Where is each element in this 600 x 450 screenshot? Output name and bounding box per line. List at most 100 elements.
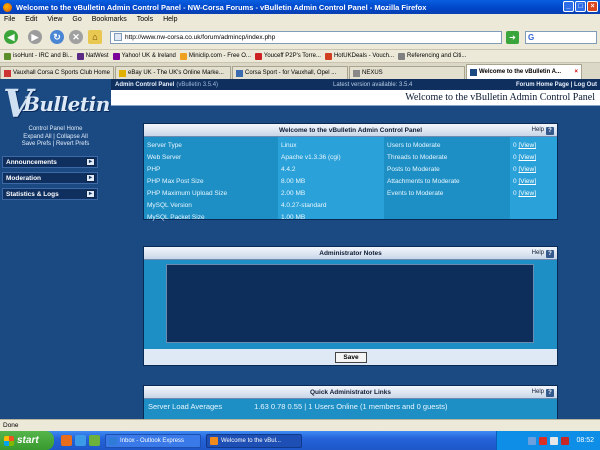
forward-arrow-icon[interactable]: ▶: [28, 30, 42, 44]
tab-favicon-icon: [353, 69, 360, 77]
expand-icon[interactable]: ▸: [86, 174, 95, 182]
view-link[interactable]: [View]: [518, 166, 536, 173]
search-input[interactable]: G: [525, 30, 597, 44]
volume-icon[interactable]: [550, 436, 559, 445]
browser-tab[interactable]: Corsa Sport - for Vauxhall, Opel ...: [232, 66, 348, 79]
menu-file[interactable]: File: [4, 16, 15, 23]
info-values-column: Linux Apache v1.3.36 (cgi) 4.4.2 8.00 MB…: [278, 137, 384, 221]
reload-icon[interactable]: ↻: [50, 30, 64, 44]
stop-icon[interactable]: ✕: [69, 30, 83, 44]
info-label: PHP Maximum Upload Size: [147, 190, 228, 197]
admin-notes-textarea[interactable]: [166, 264, 534, 343]
acp-version: (vBulletin 3.5.4): [176, 81, 219, 88]
save-prefs-link[interactable]: Save Prefs: [22, 141, 51, 147]
info-value: 4.4.2: [281, 166, 296, 173]
bookmark-item[interactable]: Youceff P2P's Torre...: [254, 52, 321, 60]
control-panel-home-link[interactable]: Control Panel Home: [28, 126, 82, 132]
browser-tab-active[interactable]: Welcome to the vBulletin A... ×: [466, 64, 582, 79]
clock: 08:52: [576, 437, 594, 444]
info-label: MySQL Packet Size: [147, 214, 205, 221]
menu-tools[interactable]: Tools: [137, 16, 153, 23]
address-url[interactable]: http://www.nw-corsa.co.uk/forum/admincp/…: [125, 34, 275, 41]
close-button[interactable]: ×: [587, 1, 598, 12]
bookmark-item[interactable]: Referencing and Citi...: [398, 52, 466, 60]
help-icon[interactable]: ?: [546, 388, 554, 397]
menu-help[interactable]: Help: [163, 16, 177, 23]
header-links: Forum Home Page | Log Out: [515, 81, 597, 88]
back-arrow-icon[interactable]: ◀: [4, 30, 18, 44]
minimize-button[interactable]: _: [563, 1, 574, 12]
go-button[interactable]: ➜: [506, 30, 519, 44]
revert-prefs-link[interactable]: Revert Prefs: [56, 141, 89, 147]
users-online-text: | 1 Users Online (1 members and 0 guests…: [304, 402, 448, 411]
start-button[interactable]: start: [0, 431, 54, 450]
moderation-labels-column: Users to Moderate Threads to Moderate Po…: [384, 137, 510, 219]
system-tray: 08:52: [496, 431, 600, 450]
view-link[interactable]: [View]: [518, 154, 536, 161]
window-title: Welcome to the vBulletin Admin Control P…: [16, 2, 427, 12]
moderation-label: Events to Moderate: [387, 190, 444, 197]
navigation-toolbar: ◀ ▶ ↻ ✕ ⌂ http://www.nw-corsa.co.uk/foru…: [0, 25, 600, 50]
bookmark-item[interactable]: HotUKDeals - Vouch...: [324, 52, 394, 60]
taskbar-item-firefox[interactable]: Welcome to the vBul...: [206, 433, 302, 448]
security-icon[interactable]: [561, 436, 570, 445]
gmail-notifier-icon[interactable]: [539, 436, 548, 445]
moderation-label: Threads to Moderate: [387, 154, 448, 161]
help-icon[interactable]: ?: [546, 249, 554, 258]
taskbar-item-outlook[interactable]: Inbox - Outlook Express: [105, 433, 201, 448]
close-tab-icon[interactable]: ×: [571, 69, 578, 75]
media-quicklaunch-icon[interactable]: [89, 435, 100, 446]
collapse-all-link[interactable]: Collapse All: [56, 134, 87, 140]
home-icon[interactable]: ⌂: [88, 30, 102, 44]
bookmark-icon: [112, 52, 120, 60]
status-text: Done: [3, 422, 19, 429]
save-button[interactable]: Save: [335, 352, 367, 363]
maximize-button[interactable]: □: [575, 1, 586, 12]
expand-icon[interactable]: ▸: [86, 190, 95, 198]
view-link[interactable]: [View]: [518, 178, 536, 185]
view-link[interactable]: [View]: [518, 190, 536, 197]
firefox-quicklaunch-icon[interactable]: [61, 435, 72, 446]
menu-bookmarks[interactable]: Bookmarks: [92, 16, 127, 23]
server-load-label: Server Load Averages: [148, 402, 223, 411]
expand-all-link[interactable]: Expand All: [23, 134, 51, 140]
help-link[interactable]: Help?: [532, 388, 554, 397]
notes-footer: Save: [144, 349, 557, 365]
info-label: PHP: [147, 166, 161, 173]
expand-icon[interactable]: ▸: [86, 158, 95, 166]
menu-go[interactable]: Go: [72, 16, 81, 23]
sidebar-item-moderation[interactable]: Moderation ▸: [2, 172, 98, 184]
log-out-link[interactable]: Log Out: [574, 82, 597, 88]
menu-edit[interactable]: Edit: [25, 16, 37, 23]
sidebar-item-announcements[interactable]: Announcements ▸: [2, 156, 98, 168]
admin-notes-panel: Administrator Notes Help? Save: [143, 246, 558, 366]
network-icon[interactable]: [528, 436, 537, 445]
moderation-counts-column: 0 [View] 0 [View] 0 [View] 0 [View] 0 [V…: [510, 137, 557, 219]
menu-view[interactable]: View: [47, 16, 62, 23]
bookmark-item[interactable]: isoHunt - IRC and Bi...: [4, 52, 73, 60]
help-link[interactable]: Help?: [532, 126, 554, 135]
bookmark-item[interactable]: NatWest: [76, 52, 109, 60]
forum-home-link[interactable]: Forum Home Page: [516, 82, 569, 88]
moderation-count-row: 0 [View]: [513, 142, 537, 149]
latest-version-text: Latest version available: 3.5.4: [333, 81, 413, 88]
info-value: Linux: [281, 142, 297, 149]
bookmark-item[interactable]: Miniclip.com - Free O...: [179, 52, 251, 60]
info-value: 2.00 MB: [281, 190, 306, 197]
browser-tab[interactable]: NEXUS: [349, 66, 465, 79]
view-link[interactable]: [View]: [518, 142, 536, 149]
info-label: MySQL Version: [147, 202, 192, 209]
sidebar-item-statistics-logs[interactable]: Statistics & Logs ▸: [2, 188, 98, 200]
help-icon[interactable]: ?: [546, 126, 554, 135]
help-link[interactable]: Help?: [532, 249, 554, 258]
moderation-label: Users to Moderate: [387, 142, 441, 149]
bookmark-item[interactable]: Yahoo! UK & Ireland: [112, 52, 176, 60]
tab-favicon-icon: [236, 69, 243, 77]
browser-tab[interactable]: Vauxhall Corsa C Sports Club Home: [0, 66, 114, 79]
browser-tab[interactable]: eBay UK - The UK's Online Marke...: [115, 66, 231, 79]
moderation-label: Attachments to Moderate: [387, 178, 460, 185]
menu-bar: File Edit View Go Bookmarks Tools Help: [0, 14, 600, 25]
address-bar[interactable]: http://www.nw-corsa.co.uk/forum/admincp/…: [110, 30, 502, 44]
ie-quicklaunch-icon[interactable]: [75, 435, 86, 446]
moderation-count-row: 0 [View]: [513, 154, 537, 161]
